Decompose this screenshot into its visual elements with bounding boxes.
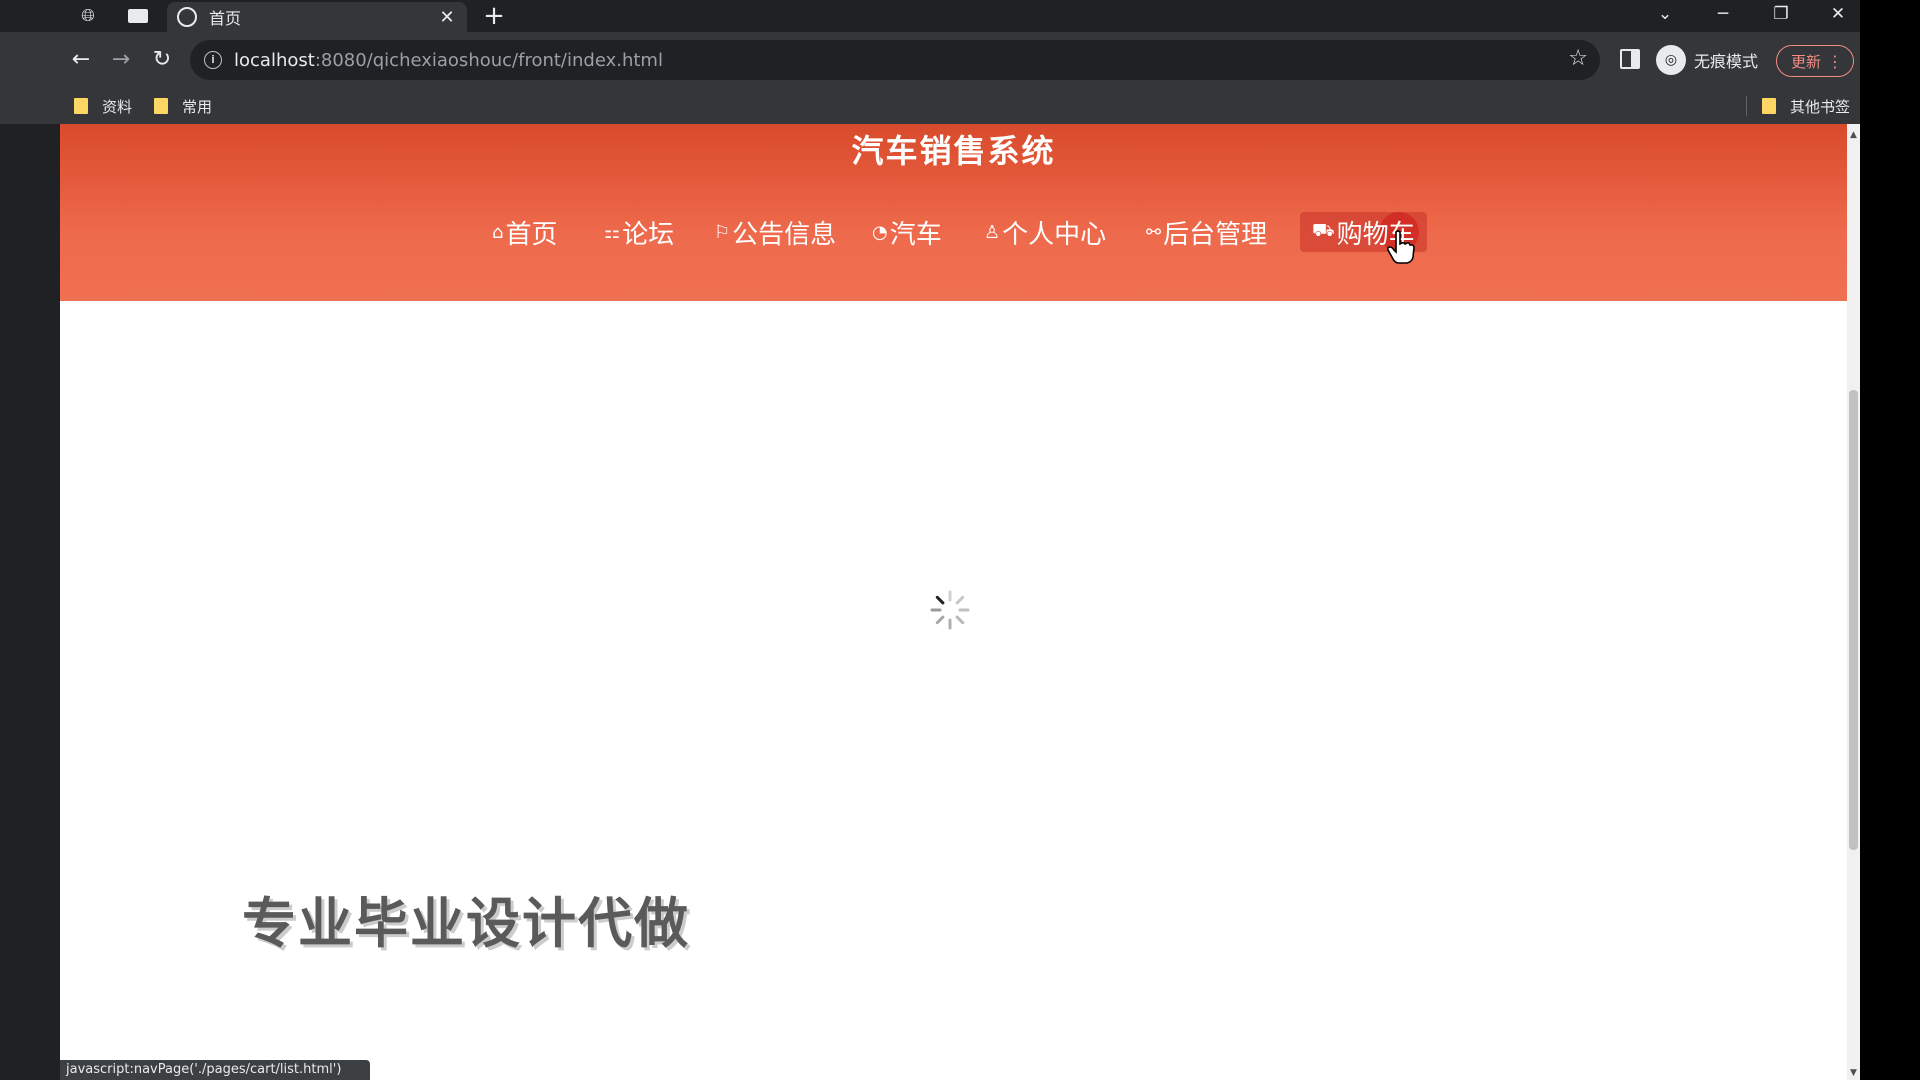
- scrollbar-thumb[interactable]: [1849, 390, 1858, 850]
- other-bookmarks[interactable]: 其他书签: [1762, 95, 1850, 117]
- folder-icon: [1762, 98, 1776, 114]
- side-panel-icon[interactable]: [1620, 49, 1640, 69]
- site-info-icon[interactable]: i: [204, 51, 222, 69]
- close-window-button[interactable]: ✕: [1815, 0, 1860, 28]
- nav-item-profile[interactable]: ♙ 个人中心: [984, 212, 1106, 252]
- promo-text: 专业毕业设计代做: [242, 892, 690, 955]
- flag-icon: ⚐: [714, 221, 731, 243]
- back-button[interactable]: ←: [65, 44, 97, 76]
- browser-window: 🌐︎ 首页 ✕ + ⌄ ─ ❐ ✕ ← → ↻ i localhost:8080…: [0, 0, 1860, 1080]
- close-tab-icon[interactable]: ✕: [437, 7, 457, 28]
- restore-button[interactable]: ❐: [1758, 0, 1804, 28]
- page-viewport: 汽车销售系统 ⌂ 首页 ⚏ 论坛 ⚐ 公告信息 ◔ 汽车 ♙ 个人中心 ⚯ 后台…: [60, 124, 1860, 1080]
- minimize-button[interactable]: ─: [1700, 0, 1746, 28]
- update-button[interactable]: 更新 ⋮: [1776, 45, 1854, 77]
- toolbar: ← → ↻ i localhost:8080/qichexiaoshouc/fr…: [0, 32, 1860, 88]
- scroll-down-arrow-icon[interactable]: ▼: [1850, 1068, 1857, 1078]
- nav-label: 论坛: [622, 219, 675, 250]
- bookmark-label: 常用: [182, 97, 213, 116]
- nav-item-admin[interactable]: ⚯ 后台管理: [1146, 212, 1267, 252]
- cart-icon: ⛟: [1312, 220, 1335, 241]
- nav-item-cars[interactable]: ◔ 汽车: [872, 212, 942, 252]
- globe-icon: [177, 7, 197, 27]
- bookmark-folder[interactable]: 资料: [74, 95, 132, 117]
- bookmarks-divider: [1746, 96, 1747, 116]
- incognito-icon: ◎: [1656, 45, 1686, 75]
- globe-icon[interactable]: 🌐︎: [74, 4, 102, 28]
- nav-label: 首页: [505, 219, 558, 250]
- nav-item-notices[interactable]: ⚐ 公告信息: [714, 212, 836, 252]
- tab-group-icon[interactable]: [124, 4, 152, 28]
- link-status-bubble: javascript:navPage('./pages/cart/list.ht…: [60, 1060, 370, 1080]
- bookmarks-bar: 资料 常用 其他书签: [0, 88, 1860, 124]
- nav-label: 后台管理: [1163, 219, 1268, 250]
- new-tab-button[interactable]: +: [480, 2, 508, 30]
- bookmark-star-icon[interactable]: ☆: [1568, 46, 1588, 71]
- nav-label: 个人中心: [1002, 219, 1107, 250]
- bookmark-folder[interactable]: 常用: [154, 95, 212, 117]
- url-path: :8080/qichexiaoshouc/front/index.html: [314, 49, 663, 71]
- site-title: 汽车销售系统: [851, 132, 1056, 170]
- user-icon: ♙: [984, 221, 1001, 243]
- incognito-label: 无痕模式: [1694, 52, 1759, 71]
- forum-icon: ⚏: [604, 221, 621, 243]
- active-tab[interactable]: 首页 ✕: [167, 2, 467, 32]
- link-icon: ⚯: [1146, 221, 1162, 243]
- tab-title: 首页: [209, 9, 242, 28]
- nav-item-forum[interactable]: ⚏ 论坛: [604, 212, 674, 252]
- tab-strip: 🌐︎ 首页 ✕ + ⌄ ─ ❐ ✕: [0, 0, 1860, 32]
- tab-search-icon[interactable]: ⌄: [1642, 0, 1688, 28]
- main-nav: ⌂ 首页 ⚏ 论坛 ⚐ 公告信息 ◔ 汽车 ♙ 个人中心 ⚯ 后台管理 ⛟ 购物…: [60, 212, 1847, 252]
- screen: 🌐︎ 首页 ✕ + ⌄ ─ ❐ ✕ ← → ↻ i localhost:8080…: [0, 0, 1920, 1080]
- update-label: 更新: [1791, 52, 1822, 71]
- incognito-indicator[interactable]: ◎ 无痕模式: [1656, 44, 1758, 76]
- home-icon: ⌂: [492, 221, 504, 243]
- reload-button[interactable]: ↻: [146, 44, 178, 76]
- other-bookmarks-label: 其他书签: [1790, 97, 1851, 116]
- hand-cursor-icon: [1387, 230, 1415, 264]
- scroll-up-arrow-icon[interactable]: ▲: [1850, 130, 1857, 140]
- folder-icon: [154, 98, 168, 114]
- more-menu-icon[interactable]: ⋮: [1827, 52, 1843, 71]
- forward-button[interactable]: →: [105, 44, 137, 76]
- nav-item-home[interactable]: ⌂ 首页: [492, 212, 557, 252]
- nav-label: 公告信息: [732, 219, 837, 250]
- nav-label: 汽车: [889, 219, 942, 250]
- site-header: 汽车销售系统 ⌂ 首页 ⚏ 论坛 ⚐ 公告信息 ◔ 汽车 ♙ 个人中心 ⚯ 后台…: [60, 124, 1847, 301]
- loading-spinner-icon: [930, 590, 970, 630]
- address-bar[interactable]: i localhost:8080/qichexiaoshouc/front/in…: [190, 40, 1600, 80]
- url-host: localhost: [234, 49, 315, 71]
- bookmark-label: 资料: [102, 97, 133, 116]
- folder-icon: [74, 98, 88, 114]
- power-icon: ◔: [872, 221, 888, 243]
